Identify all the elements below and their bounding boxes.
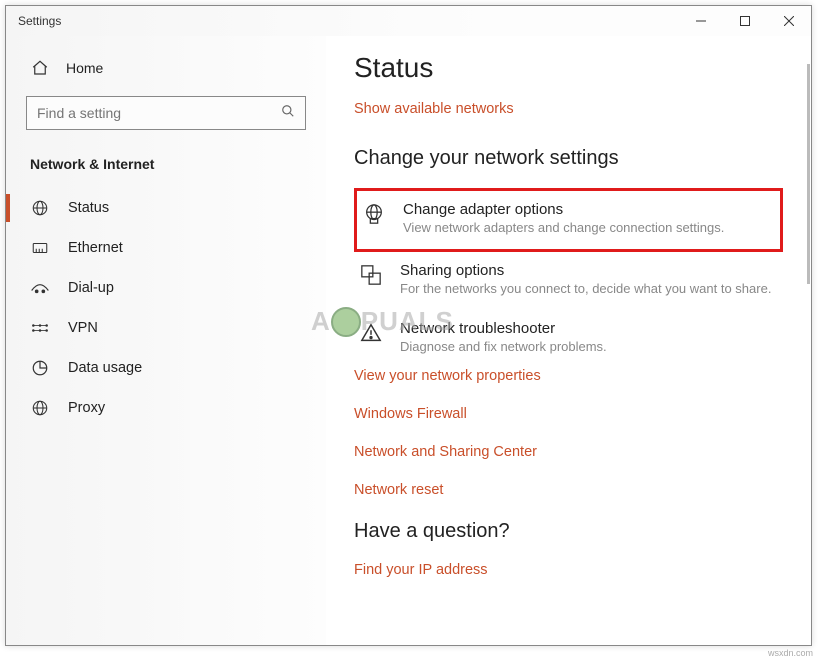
sidebar-item-label: VPN — [68, 320, 98, 336]
home-nav[interactable]: Home — [6, 48, 326, 88]
option-desc: For the networks you connect to, decide … — [400, 281, 771, 296]
window-controls — [679, 6, 811, 36]
sidebar-item-proxy[interactable]: Proxy — [6, 388, 326, 428]
sharing-option[interactable]: Sharing options For the networks you con… — [354, 252, 783, 310]
sharing-icon — [358, 262, 384, 296]
data-usage-icon — [30, 358, 50, 378]
footer-credit: wsxdn.com — [768, 648, 813, 658]
sidebar-item-label: Status — [68, 200, 109, 216]
sidebar-item-dialup[interactable]: Dial-up — [6, 268, 326, 308]
sidebar-item-label: Data usage — [68, 360, 142, 376]
troubleshoot-icon — [358, 320, 384, 354]
sidebar-item-status[interactable]: Status — [6, 188, 326, 228]
sidebar: Home Network & Internet Status Ether — [6, 36, 326, 645]
sidebar-item-label: Dial-up — [68, 280, 114, 296]
sidebar-item-label: Ethernet — [68, 240, 123, 256]
option-title: Sharing options — [400, 262, 771, 279]
page-title: Status — [354, 52, 783, 84]
adapter-icon — [361, 201, 387, 235]
category-header: Network & Internet — [6, 148, 326, 188]
home-icon — [30, 58, 50, 78]
find-ip-link[interactable]: Find your IP address — [354, 562, 488, 578]
home-label: Home — [66, 60, 103, 76]
link-list: View your network properties Windows Fir… — [354, 368, 783, 498]
view-properties-link[interactable]: View your network properties — [354, 368, 783, 384]
scrollbar[interactable] — [803, 64, 811, 637]
question-header: Have a question? — [354, 520, 783, 543]
change-settings-header: Change your network settings — [354, 147, 783, 170]
sidebar-item-vpn[interactable]: VPN — [6, 308, 326, 348]
windows-firewall-link[interactable]: Windows Firewall — [354, 406, 783, 422]
window-title: Settings — [18, 14, 61, 28]
settings-window: Settings Home — [5, 5, 812, 646]
scrollbar-thumb[interactable] — [807, 64, 810, 284]
option-desc: Diagnose and fix network problems. — [400, 339, 607, 354]
proxy-icon — [30, 398, 50, 418]
vpn-icon — [30, 318, 50, 338]
network-reset-link[interactable]: Network reset — [354, 482, 783, 498]
show-available-networks-link[interactable]: Show available networks — [354, 101, 514, 117]
sharing-center-link[interactable]: Network and Sharing Center — [354, 444, 783, 460]
close-button[interactable] — [767, 6, 811, 36]
change-adapter-option[interactable]: Change adapter options View network adap… — [354, 188, 783, 252]
dialup-icon — [30, 278, 50, 298]
main-pane: Status Show available networks Change yo… — [326, 36, 811, 645]
option-title: Network troubleshooter — [400, 320, 607, 337]
option-title: Change adapter options — [403, 201, 724, 218]
titlebar: Settings — [6, 6, 811, 36]
maximize-button[interactable] — [723, 6, 767, 36]
search-box[interactable] — [26, 96, 306, 130]
sidebar-item-datausage[interactable]: Data usage — [6, 348, 326, 388]
search-icon — [281, 104, 295, 123]
minimize-button[interactable] — [679, 6, 723, 36]
globe-icon — [30, 198, 50, 218]
option-desc: View network adapters and change connect… — [403, 220, 724, 235]
window-body: Home Network & Internet Status Ether — [6, 36, 811, 645]
ethernet-icon — [30, 238, 50, 258]
sidebar-item-label: Proxy — [68, 400, 105, 416]
troubleshooter-option[interactable]: Network troubleshooter Diagnose and fix … — [354, 310, 783, 368]
sidebar-item-ethernet[interactable]: Ethernet — [6, 228, 326, 268]
search-input[interactable] — [37, 105, 281, 121]
